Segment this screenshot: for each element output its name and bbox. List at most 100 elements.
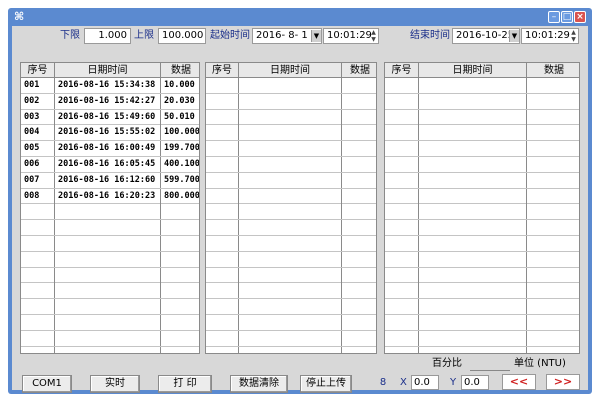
com-port-button[interactable]: COM1 [22, 375, 72, 393]
clear-data-button[interactable]: 数据清除 [230, 375, 288, 393]
cell-data [161, 283, 199, 298]
table-row[interactable] [206, 251, 376, 268]
table-row[interactable] [206, 346, 376, 353]
minimize-button[interactable]: – [548, 11, 560, 23]
table-row[interactable] [206, 78, 376, 94]
table-row[interactable] [206, 267, 376, 284]
start-time-spinner[interactable]: 10:01:29 ▲ ▼ [323, 28, 379, 44]
spin-arrows-icon[interactable]: ▲ ▼ [369, 29, 378, 43]
cell-data [342, 173, 376, 188]
cell-datetime: 2016-08-16 15:42:27 [55, 93, 161, 109]
title-bar[interactable]: ⌘ – □ × [8, 8, 592, 26]
cell-seq [206, 267, 239, 283]
table-row[interactable] [206, 315, 376, 331]
table-row[interactable] [385, 109, 579, 126]
table-row[interactable]: 008 2016-08-16 16:20:23 800.000 [21, 188, 199, 205]
table-row[interactable]: 004 2016-08-16 15:55:02 100.000 [21, 125, 199, 142]
table-row[interactable] [206, 157, 376, 173]
maximize-button[interactable]: □ [561, 11, 573, 23]
spin-arrows-icon[interactable]: ▲ ▼ [569, 29, 578, 43]
table-row[interactable] [385, 125, 579, 142]
table-row[interactable] [385, 93, 579, 110]
table-row[interactable] [385, 157, 579, 173]
cell-datetime [419, 236, 527, 251]
cell-data [342, 110, 376, 125]
table-row[interactable] [206, 220, 376, 236]
table-row[interactable] [385, 251, 579, 268]
table-row[interactable] [21, 346, 199, 353]
table-row[interactable] [21, 204, 199, 221]
table-row[interactable] [206, 172, 376, 189]
table-row[interactable] [206, 299, 376, 315]
upper-limit-input[interactable]: 100.000 [158, 28, 206, 44]
table-row[interactable] [21, 220, 199, 236]
table-row[interactable]: 003 2016-08-16 15:49:60 50.010 [21, 109, 199, 126]
table-row[interactable] [385, 172, 579, 189]
table-row[interactable]: 002 2016-08-16 15:42:27 20.030 [21, 93, 199, 110]
table-row[interactable]: 005 2016-08-16 16:00:49 199.700 [21, 141, 199, 157]
cell-data [527, 268, 579, 283]
data-table-2[interactable]: 序号 日期时间 数据 [205, 62, 377, 354]
chevron-down-icon[interactable]: ▼ [509, 30, 519, 42]
table-row[interactable] [385, 330, 579, 347]
cell-datetime [419, 109, 527, 125]
table-row[interactable] [385, 188, 579, 205]
table-row[interactable] [385, 78, 579, 94]
table-row[interactable] [206, 236, 376, 252]
chevron-down-icon[interactable]: ▼ [311, 30, 321, 42]
table-row[interactable] [206, 125, 376, 142]
table-row[interactable] [206, 204, 376, 221]
data-table-3[interactable]: 序号 日期时间 数据 [384, 62, 580, 354]
data-table-1[interactable]: 序号 日期时间 数据 001 2016-08-16 15:34:38 10.000 0… [20, 62, 200, 354]
start-date-picker[interactable]: 2016- 8- 1 ▼ [252, 28, 322, 44]
y-value-field[interactable]: 0.0 [461, 375, 489, 390]
table-row[interactable] [385, 141, 579, 157]
end-time-spinner[interactable]: 10:01:29 ▲ ▼ [521, 28, 579, 44]
table-row[interactable]: 007 2016-08-16 16:12:60 599.700 [21, 172, 199, 189]
table-row[interactable] [21, 236, 199, 252]
print-button[interactable]: 打 印 [158, 375, 212, 393]
cell-data [527, 189, 579, 204]
end-date-picker[interactable]: 2016-10-25 ▼ [452, 28, 520, 44]
table-row[interactable] [206, 188, 376, 205]
table-row[interactable] [21, 251, 199, 268]
stop-upload-button[interactable]: 停止上传 [300, 375, 352, 393]
cell-seq [206, 78, 239, 93]
table-row[interactable] [385, 283, 579, 300]
table-row[interactable] [385, 267, 579, 284]
cell-seq [385, 299, 419, 315]
table-row[interactable]: 001 2016-08-16 15:34:38 10.000 [21, 78, 199, 94]
cell-datetime [239, 109, 342, 125]
cell-data: 10.000 [164, 80, 195, 90]
table-row[interactable] [385, 220, 579, 236]
table-row[interactable] [385, 236, 579, 252]
table-row[interactable] [21, 315, 199, 331]
cell-seq [206, 283, 239, 299]
table-row[interactable] [385, 204, 579, 221]
table-row[interactable] [21, 330, 199, 347]
table-row[interactable] [206, 93, 376, 110]
x-value-field[interactable]: 0.0 [411, 375, 439, 390]
cell-seq [385, 346, 419, 353]
next-page-button[interactable]: >> [546, 374, 580, 390]
cell-seq [206, 188, 239, 204]
table-row[interactable] [385, 346, 579, 353]
cell-datetime [239, 283, 342, 299]
cell-datetime [239, 157, 342, 172]
table-row[interactable] [206, 109, 376, 126]
table-row[interactable] [21, 283, 199, 300]
cell-datetime [419, 346, 527, 353]
table-row[interactable] [385, 299, 579, 315]
start-time-label: 起始时间 [210, 30, 250, 41]
table-row[interactable]: 006 2016-08-16 16:05:45 400.100 [21, 157, 199, 173]
realtime-button[interactable]: 实时 [90, 375, 140, 393]
table-row[interactable] [206, 330, 376, 347]
table-row[interactable] [206, 141, 376, 157]
table-row[interactable] [385, 315, 579, 331]
table-row[interactable] [21, 267, 199, 284]
table-row[interactable] [206, 283, 376, 300]
close-button[interactable]: × [574, 11, 586, 23]
table-row[interactable] [21, 299, 199, 315]
prev-page-button[interactable]: << [502, 374, 536, 390]
lower-limit-input[interactable]: 1.000 [84, 28, 131, 44]
